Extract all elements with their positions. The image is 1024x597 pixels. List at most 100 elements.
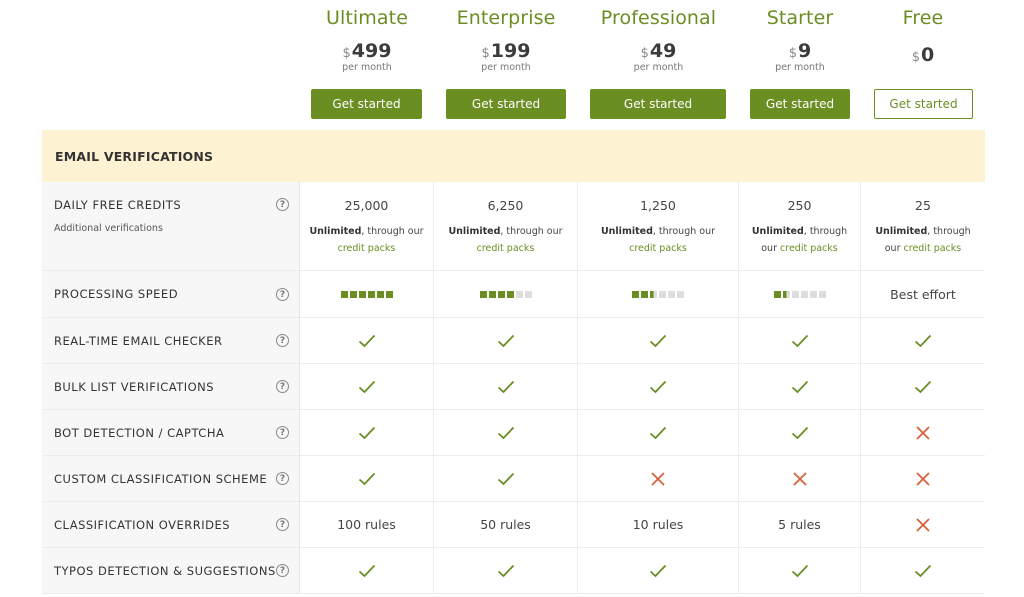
value-cell <box>739 548 861 593</box>
note-text: , through our <box>652 226 716 237</box>
speed-segment <box>641 290 648 298</box>
plan-price: $199 <box>434 40 578 62</box>
value-cell <box>861 364 985 409</box>
check-icon <box>791 380 809 394</box>
value-cell: 5 rules <box>739 502 861 547</box>
value-cell <box>578 548 739 593</box>
check-icon <box>358 334 376 348</box>
feature-label: BOT DETECTION / CAPTCHA <box>54 425 225 440</box>
credit-value: 250 <box>787 198 812 213</box>
check-icon <box>649 564 667 578</box>
cross-icon <box>651 471 665 486</box>
help-icon[interactable]: ? <box>276 288 289 301</box>
cross-icon <box>916 425 930 440</box>
unlimited-text: Unlimited <box>448 226 501 237</box>
value-cell <box>861 502 985 547</box>
value-cell <box>739 456 861 501</box>
unlimited-text: Unlimited <box>309 226 362 237</box>
currency-symbol: $ <box>342 46 351 61</box>
unlimited-text: Unlimited <box>600 226 653 237</box>
value-cell: 6,250 Unlimited, through our credit packs <box>434 182 578 270</box>
check-icon <box>358 564 376 578</box>
help-icon[interactable]: ? <box>276 564 289 577</box>
currency-symbol: $ <box>481 46 490 61</box>
credit-packs-link[interactable]: credit packs <box>629 243 687 254</box>
credit-packs-link[interactable]: credit packs <box>338 243 396 254</box>
speed-segment <box>376 290 384 298</box>
plan-name: Ultimate <box>325 7 408 29</box>
speed-segment <box>773 290 781 298</box>
table-row-realtime-checker: REAL-TIME EMAIL CHECKER? <box>42 318 985 364</box>
credit-packs-link[interactable]: credit packs <box>904 243 962 254</box>
get-started-button-professional[interactable]: Get started <box>590 89 726 119</box>
speed-segment <box>632 290 639 298</box>
value-cell <box>300 271 434 317</box>
speed-text: Best effort <box>890 286 956 302</box>
credit-packs-link[interactable]: credit packs <box>780 243 838 254</box>
feature-cell: BOT DETECTION / CAPTCHA? <box>42 410 300 455</box>
check-icon <box>649 426 667 440</box>
speed-segment <box>677 290 684 298</box>
currency-symbol: $ <box>640 46 649 61</box>
value-cell <box>300 410 434 455</box>
note-text: , through <box>927 226 971 237</box>
speed-segment <box>515 290 523 298</box>
feature-cell: CLASSIFICATION OVERRIDES? <box>42 502 300 547</box>
value-cell <box>300 548 434 593</box>
price-period: per month <box>775 62 825 73</box>
table-row-typos-detection: TYPOS DETECTION & SUGGESTIONS? <box>42 548 985 594</box>
price-amount: 499 <box>351 40 392 62</box>
plan-professional: Professional $49 per month Get started <box>578 0 739 130</box>
feature-label: REAL-TIME EMAIL CHECKER <box>54 333 223 348</box>
get-started-button-starter[interactable]: Get started <box>750 89 850 119</box>
check-icon <box>358 426 376 440</box>
plan-price: $0 <box>861 44 985 66</box>
feature-cell: TYPOS DETECTION & SUGGESTIONS? <box>42 548 300 593</box>
value-cell <box>434 410 578 455</box>
speed-meter <box>632 290 684 298</box>
rule-count: 5 rules <box>778 517 821 532</box>
help-icon[interactable]: ? <box>276 380 289 393</box>
table-row-processing-speed: PROCESSING SPEED ? Best effort <box>42 271 985 318</box>
cross-icon <box>916 517 930 532</box>
section-header-email-verifications: EMAIL VERIFICATIONS <box>42 130 985 182</box>
feature-cell: BULK LIST VERIFICATIONS? <box>42 364 300 409</box>
value-cell <box>434 364 578 409</box>
help-icon[interactable]: ? <box>276 472 289 485</box>
get-started-button-free[interactable]: Get started <box>874 89 973 119</box>
price-amount: 199 <box>490 40 531 62</box>
currency-symbol: $ <box>911 50 921 65</box>
help-icon[interactable]: ? <box>276 426 289 439</box>
help-icon[interactable]: ? <box>276 334 289 347</box>
check-icon <box>497 472 515 486</box>
help-icon[interactable]: ? <box>276 518 289 531</box>
speed-segment <box>524 290 532 298</box>
help-icon[interactable]: ? <box>276 198 289 211</box>
check-icon <box>791 564 809 578</box>
table-row-bulk-verifications: BULK LIST VERIFICATIONS? <box>42 364 985 410</box>
get-started-button-enterprise[interactable]: Get started <box>446 89 566 119</box>
value-cell <box>300 456 434 501</box>
value-cell: 25 Unlimited, through our credit packs <box>861 182 985 270</box>
check-icon <box>497 426 515 440</box>
plan-price: $499 <box>300 40 434 62</box>
cross-icon <box>916 471 930 486</box>
feature-cell: REAL-TIME EMAIL CHECKER? <box>42 318 300 363</box>
plan-enterprise: Enterprise $199 per month Get started <box>434 0 578 130</box>
value-cell <box>861 410 985 455</box>
value-cell: 1,250 Unlimited, through our credit packs <box>578 182 739 270</box>
value-cell <box>578 318 739 363</box>
value-cell <box>739 318 861 363</box>
credit-packs-link[interactable]: credit packs <box>477 243 535 254</box>
get-started-button-ultimate[interactable]: Get started <box>311 89 422 119</box>
value-cell <box>578 456 739 501</box>
speed-segment <box>668 290 675 298</box>
plan-price: $49 <box>578 40 739 62</box>
currency-symbol: $ <box>788 46 798 61</box>
price-amount: 49 <box>649 40 677 62</box>
value-cell: 25,000 Unlimited, through our credit pack… <box>300 182 434 270</box>
credit-value: 1,250 <box>640 198 676 213</box>
speed-segment <box>809 290 817 298</box>
speed-segment <box>791 290 799 298</box>
plan-free: Free $0 Get started <box>861 0 985 130</box>
